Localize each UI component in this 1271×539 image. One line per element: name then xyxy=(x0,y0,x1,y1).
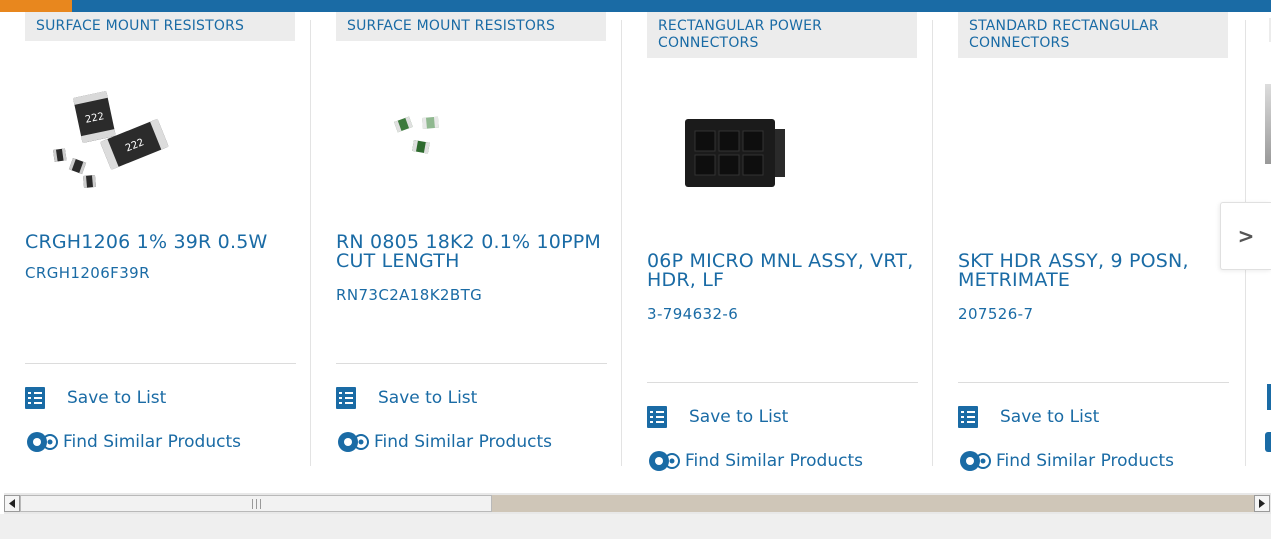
category-label[interactable]: SURFACE MOUNT RESISTORS xyxy=(336,12,606,41)
scrollbar-thumb[interactable] xyxy=(20,495,492,512)
part-number[interactable]: RN73C2A18K2BTG xyxy=(336,286,482,304)
carousel-next-button[interactable]: > xyxy=(1220,202,1271,270)
smd-resistor-small-image[interactable] xyxy=(336,80,516,200)
gears-icon xyxy=(336,430,370,454)
find-similar-button[interactable]: Find Similar Products xyxy=(25,430,241,454)
find-similar-button[interactable]: Find Similar Products xyxy=(336,430,552,454)
save-to-list-label: Save to List xyxy=(1000,407,1100,427)
product-title[interactable]: 06P MICRO MNL ASSY, VRT, HDR, LF xyxy=(647,252,927,290)
checklist-icon xyxy=(958,406,978,428)
accent-strip xyxy=(0,0,72,12)
save-to-list-button[interactable]: Save to List xyxy=(25,386,166,410)
category-label[interactable]: STANDARD RECTANGULAR CONNECTORS xyxy=(958,12,1228,58)
find-similar-label: Find Similar Products xyxy=(996,451,1174,471)
find-similar-label: Find Similar Products xyxy=(63,432,241,452)
horizontal-scrollbar[interactable] xyxy=(4,493,1271,514)
part-number[interactable]: 207526-7 xyxy=(958,305,1033,323)
connector-image[interactable] xyxy=(647,87,827,207)
save-to-list-button[interactable]: Save to List xyxy=(958,405,1099,429)
product-title[interactable]: RN 0805 18K2 0.1% 10PPM CUT LENGTH xyxy=(336,233,616,271)
product-card: SURFACE MOUNT RESISTORS RN 0805 18K2 0.1… xyxy=(311,12,622,492)
divider xyxy=(336,363,607,364)
smd-resistor-image[interactable]: 222 222 xyxy=(25,80,205,200)
save-to-list-button[interactable]: Save to List xyxy=(647,405,788,429)
scrollbar-track[interactable] xyxy=(492,495,1254,512)
find-similar-button[interactable]: Find Similar Products xyxy=(958,449,1174,473)
part-number[interactable]: CRGH1206F39R xyxy=(25,264,150,282)
part-number[interactable]: 3-794632-6 xyxy=(647,305,738,323)
divider xyxy=(25,363,296,364)
gears-icon xyxy=(647,449,681,473)
status-area xyxy=(0,514,1271,539)
find-similar-label: Find Similar Products xyxy=(374,432,552,452)
scroll-left-button[interactable] xyxy=(4,495,20,512)
gears-icon xyxy=(958,449,992,473)
grip-icon xyxy=(252,499,261,509)
find-similar-button[interactable]: Find Similar Products xyxy=(647,449,863,473)
divider xyxy=(958,382,1229,383)
save-to-list-label: Save to List xyxy=(67,388,167,408)
chevron-right-icon: > xyxy=(1237,224,1255,248)
product-carousel-page: SURFACE MOUNT RESISTORS 222 222 CRGH1206… xyxy=(0,0,1271,539)
product-card: SURFACE MOUNT RESISTORS 222 222 CRGH1206… xyxy=(0,12,311,492)
product-title[interactable]: CRGH1206 1% 39R 0.5W xyxy=(25,233,305,252)
triangle-left-icon xyxy=(9,499,15,508)
save-to-list-label: Save to List xyxy=(378,388,478,408)
gears-icon xyxy=(25,430,59,454)
top-accent-bar xyxy=(0,0,1271,12)
checklist-icon xyxy=(25,387,45,409)
category-label[interactable]: RECTANGULAR POWER CONNECTORS xyxy=(647,12,917,58)
scroll-right-button[interactable] xyxy=(1254,495,1270,512)
product-card: RECTANGULAR POWER CONNECTORS 06P MICRO M… xyxy=(622,12,933,492)
find-similar-label: Find Similar Products xyxy=(685,451,863,471)
carousel-viewport: SURFACE MOUNT RESISTORS 222 222 CRGH1206… xyxy=(0,12,1271,492)
save-to-list-button[interactable]: Save to List xyxy=(336,386,477,410)
product-title[interactable]: SKT HDR ASSY, 9 POSN, METRIMATE xyxy=(958,252,1238,290)
product-card: STANDARD RECTANGULAR CONNECTORS SKT HDR … xyxy=(933,12,1246,492)
triangle-right-icon xyxy=(1259,499,1265,508)
category-label[interactable]: SURFACE MOUNT RESISTORS xyxy=(25,12,295,41)
divider xyxy=(647,382,918,383)
checklist-icon xyxy=(336,387,356,409)
checklist-icon xyxy=(647,406,667,428)
save-to-list-label: Save to List xyxy=(689,407,789,427)
